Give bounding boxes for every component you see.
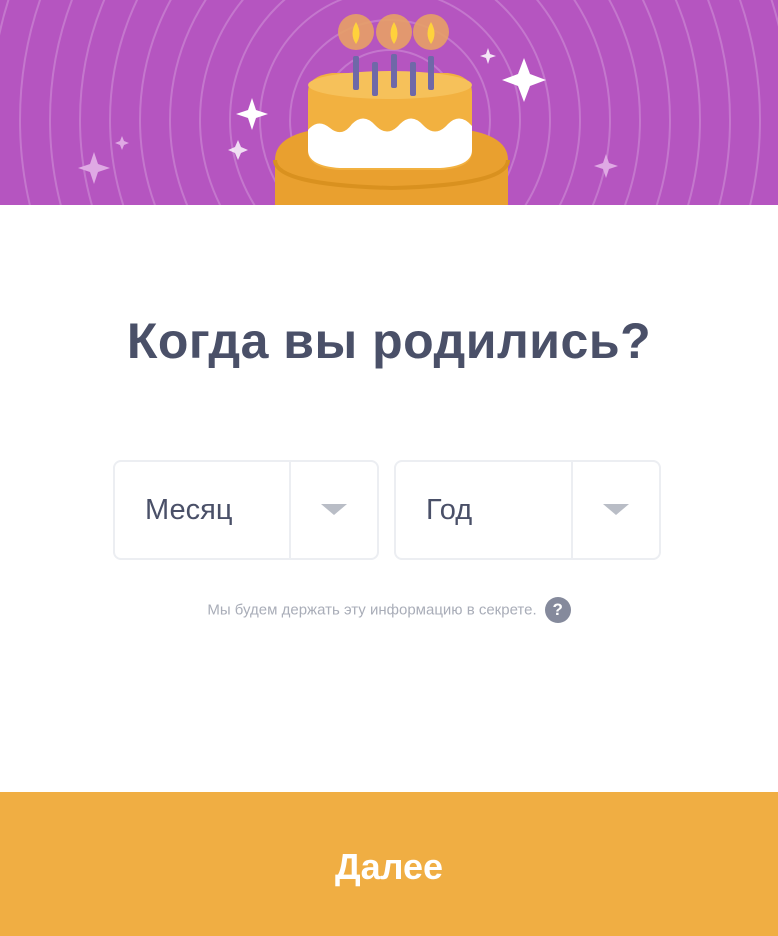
- select-divider: [571, 462, 573, 558]
- next-button[interactable]: Далее: [0, 792, 778, 936]
- month-select[interactable]: Месяц: [113, 460, 379, 560]
- chevron-down-icon[interactable]: [603, 504, 629, 515]
- privacy-note-text: Мы будем держать эту информацию в секрет…: [207, 601, 537, 619]
- privacy-note: Мы будем держать эту информацию в секрет…: [0, 597, 778, 623]
- birthday-screen: Когда вы родились? Месяц Год Мы будем де…: [0, 0, 778, 936]
- sparkle-icon: [236, 98, 268, 130]
- chevron-down-icon[interactable]: [321, 504, 347, 515]
- year-select[interactable]: Год: [394, 460, 661, 560]
- year-select-value: Год: [426, 494, 473, 526]
- month-select-value: Месяц: [145, 494, 233, 526]
- birthday-banner: [0, 0, 778, 205]
- help-icon[interactable]: ?: [544, 597, 571, 623]
- birthday-cake-illustration: [0, 0, 778, 205]
- select-divider: [289, 462, 291, 558]
- page-title: Когда вы родились?: [126, 313, 652, 369]
